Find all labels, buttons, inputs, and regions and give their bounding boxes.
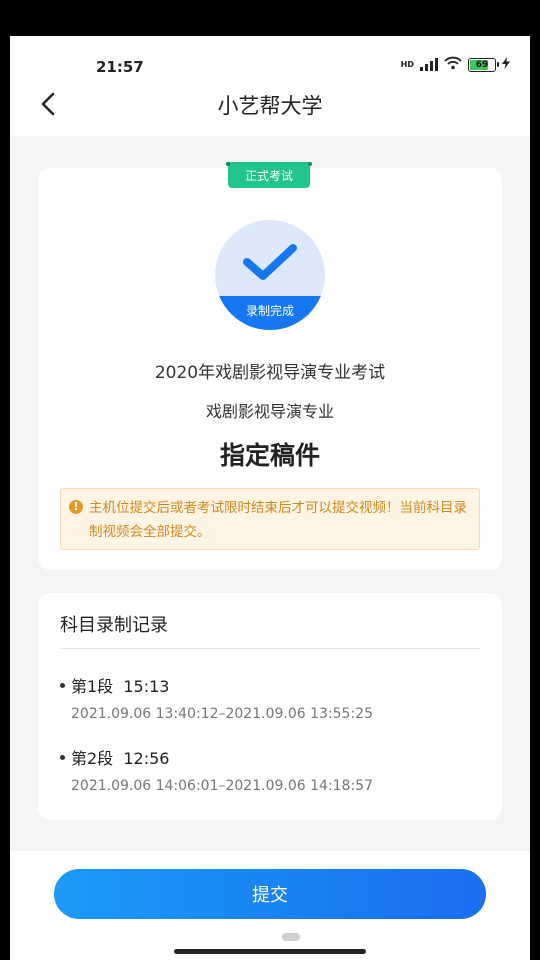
battery-icon: 69 (468, 57, 499, 72)
battery-level: 69 (475, 59, 489, 70)
header: 21:57 HD 69 小艺帮大学 (10, 36, 530, 136)
record-item: 第1段 15:13 2021.09.06 13:40:12–2021.09.06… (60, 673, 480, 722)
segment-label: 第1段 15:13 (71, 677, 170, 696)
exam-name: 2020年戏剧影视导演专业考试 (154, 363, 386, 383)
network-label: HD (400, 60, 414, 69)
checkmark-icon (243, 244, 297, 280)
notice-text: 主机位提交后或者考试限时结束后才可以提交视频！当前科目录制视频会全部提交。 (89, 500, 467, 540)
major-name: 戏剧影视导演专业 (205, 402, 334, 421)
segment-time-range: 2021.09.06 14:06:01–2021.09.06 14:18:57 (71, 778, 373, 794)
exam-card: 正式考试 录制完成 2020年戏剧影视导演专业考试 戏剧影视导演专业 指定稿件 … (38, 162, 502, 570)
records-card: 科目录制记录 第1段 15:13 2021.09.06 13:40:12–202… (38, 593, 502, 820)
home-indicator[interactable] (174, 949, 366, 954)
page-title: 小艺帮大学 (217, 94, 323, 118)
bullet-icon (60, 682, 65, 688)
signal-icon (420, 58, 438, 71)
record-item: 第2段 12:56 2021.09.06 14:06:01–2021.09.06… (60, 745, 480, 794)
gesture-hint (282, 933, 300, 941)
bullet-icon (60, 754, 65, 760)
segment-label: 第2段 12:56 (71, 749, 170, 768)
divider (60, 648, 480, 649)
warning-icon: ! (69, 500, 83, 514)
status-icons: HD 69 (401, 56, 510, 73)
records-title: 科目录制记录 (60, 615, 168, 636)
segment-time-range: 2021.09.06 13:40:12–2021.09.06 13:55:25 (71, 706, 373, 722)
bottom-bar: 提交 (10, 851, 530, 960)
notice-banner: ! 主机位提交后或者考试限时结束后才可以提交视频！当前科目录制视频会全部提交。 (60, 488, 480, 550)
charging-icon (502, 57, 510, 72)
wifi-icon (444, 56, 462, 73)
submit-button[interactable]: 提交 (54, 869, 486, 919)
exam-type-tag: 正式考试 (226, 162, 312, 188)
badge-label: 录制完成 (215, 296, 325, 330)
app-screen: 21:57 HD 69 小艺帮大学 正式考试 录制完成 2020年戏剧影视导演专… (10, 36, 530, 960)
status-time: 21:57 (96, 58, 144, 76)
completion-badge: 录制完成 (215, 220, 325, 330)
subject-title: 指定稿件 (219, 441, 320, 470)
